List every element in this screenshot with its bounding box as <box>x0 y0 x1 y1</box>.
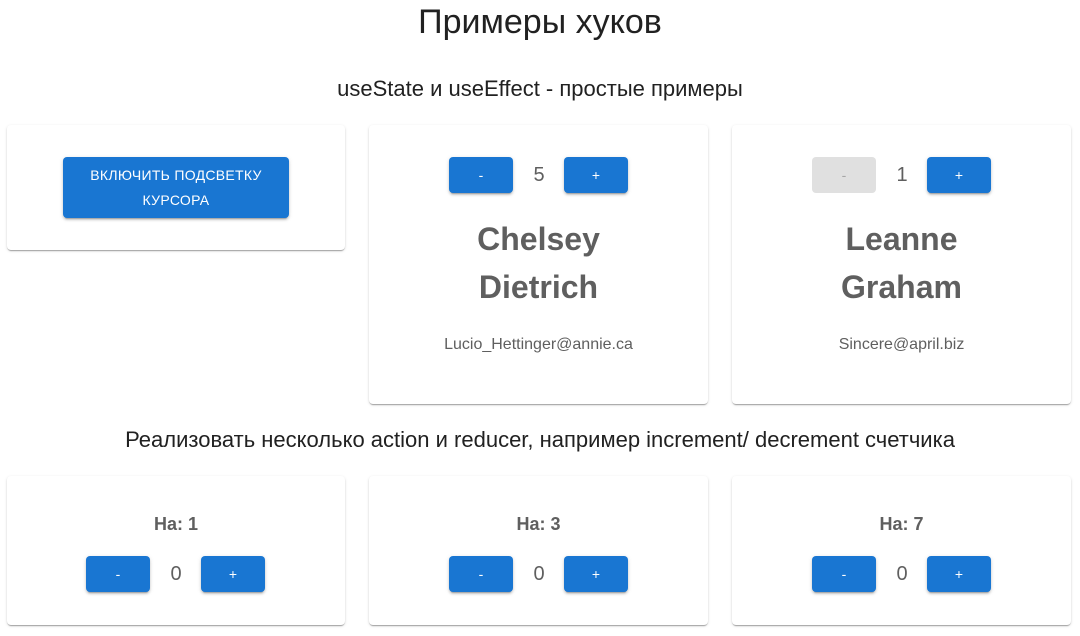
user-last-name: Graham <box>841 269 962 305</box>
section-title-hooks: useState и useEffect - простые примеры <box>337 76 743 101</box>
increment-button[interactable]: + <box>927 556 991 592</box>
toggle-cursor-highlight-button[interactable]: ВКЛЮЧИТЬ ПОДСВЕТКУ КУРСОРА <box>63 157 289 218</box>
previous-user-button[interactable]: - <box>812 157 876 193</box>
step-counter-card: На: 1 - 0 + <box>7 476 345 625</box>
step-label: На: 3 <box>516 514 561 534</box>
counter-value: 0 <box>170 563 182 585</box>
user-last-name: Dietrich <box>478 269 599 305</box>
user-first-name: Leanne <box>845 221 958 257</box>
user-id-value: 1 <box>896 164 908 186</box>
user-first-name: Chelsey <box>477 221 600 257</box>
user-card: - 5 + Chelsey Dietrich Lucio_Hettinger@a… <box>369 125 708 404</box>
increment-button[interactable]: + <box>564 556 628 592</box>
next-user-button[interactable]: + <box>927 157 991 193</box>
user-email: Sincere@april.biz <box>838 336 965 353</box>
step-label: На: 7 <box>879 514 924 534</box>
user-id-value: 5 <box>533 164 545 186</box>
counter-value: 0 <box>533 563 545 585</box>
step-counter-card: На: 7 - 0 + <box>732 476 1071 625</box>
user-card: - 1 + Leanne Graham Sincere@april.biz <box>732 125 1071 404</box>
step-label: На: 1 <box>153 514 198 534</box>
cursor-highlight-card: ВКЛЮЧИТЬ ПОДСВЕТКУ КУРСОРА <box>7 125 345 250</box>
counter-value: 0 <box>896 563 908 585</box>
decrement-button[interactable]: - <box>812 556 876 592</box>
decrement-button[interactable]: - <box>449 556 513 592</box>
decrement-button[interactable]: - <box>86 556 150 592</box>
next-user-button[interactable]: + <box>564 157 628 193</box>
page-title: Примеры хуков <box>418 3 662 41</box>
user-email: Lucio_Hettinger@annie.ca <box>444 336 633 353</box>
previous-user-button[interactable]: - <box>449 157 513 193</box>
increment-button[interactable]: + <box>201 556 265 592</box>
section-title-reducers: Реализовать несколько action и reducer, … <box>125 427 955 452</box>
step-counter-card: На: 3 - 0 + <box>369 476 708 625</box>
